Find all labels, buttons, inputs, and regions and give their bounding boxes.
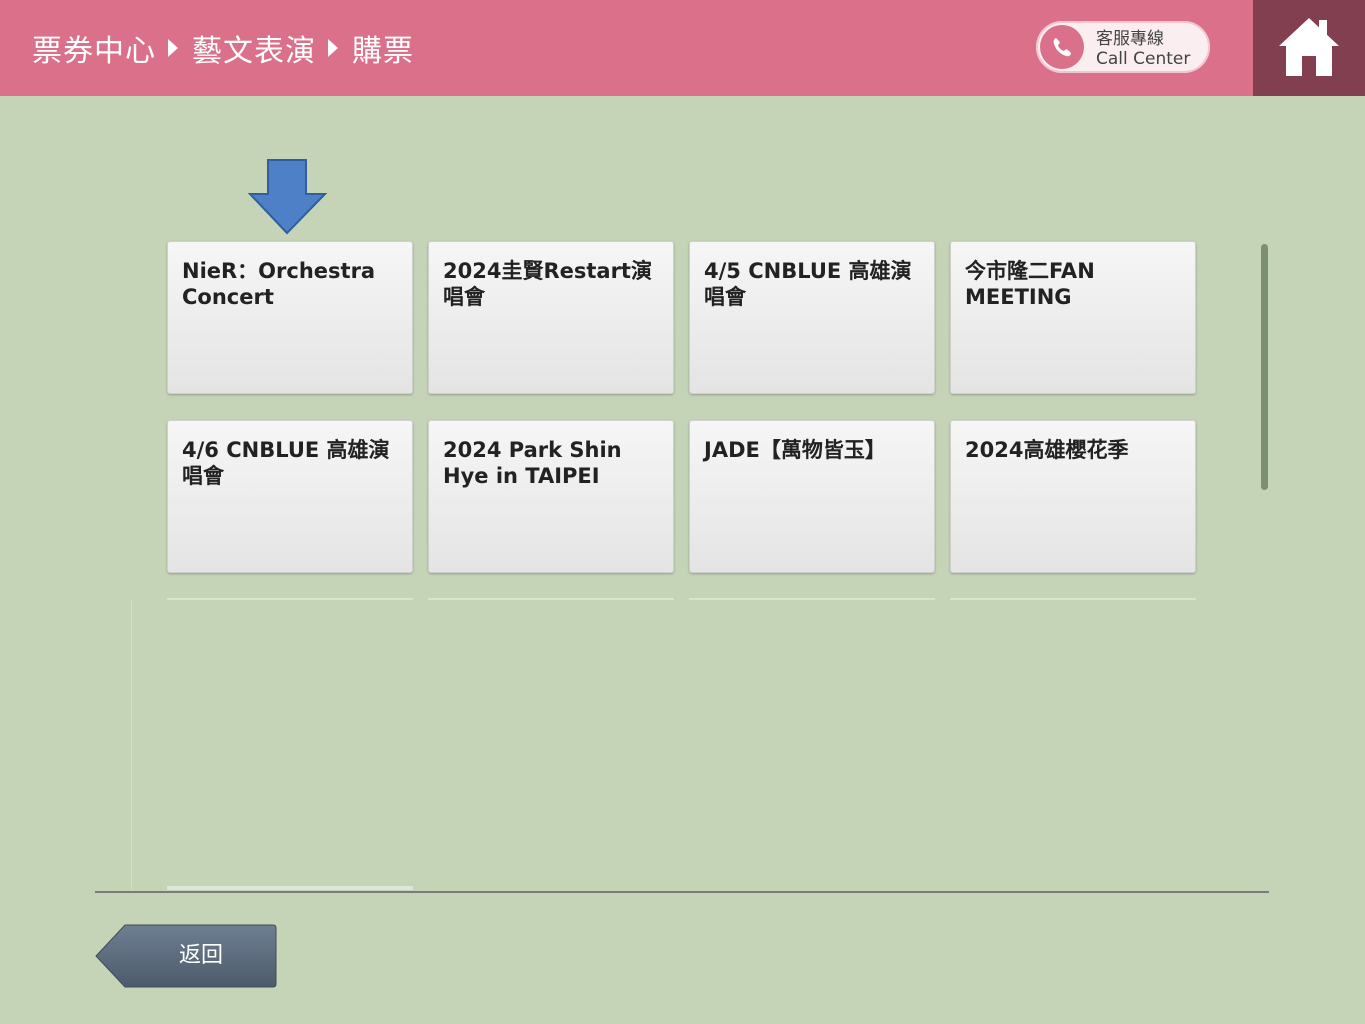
event-card-6[interactable]: 2024 Park Shin Hye in TAIPEI — [428, 420, 674, 573]
footer-divider — [95, 891, 1269, 893]
event-title: 2024圭賢Restart演唱會 — [443, 259, 652, 309]
home-button[interactable] — [1253, 0, 1365, 96]
divider-highlight — [167, 886, 413, 890]
back-button-label: 返回 — [178, 943, 223, 968]
event-card-1[interactable]: NieR：Orchestra Concert — [167, 241, 413, 394]
event-card-3[interactable]: 4/5 CNBLUE 高雄演唱會 — [689, 241, 935, 394]
event-title: JADE【萬物皆玉】 — [704, 438, 886, 462]
event-card-4[interactable]: 今市隆二FAN MEETING — [950, 241, 1196, 394]
event-card-8[interactable]: 2024高雄櫻花季 — [950, 420, 1196, 573]
call-center-button[interactable]: 客服專線 Call Center — [1036, 21, 1210, 73]
call-center-label-en: Call Center — [1096, 49, 1191, 69]
event-title: NieR：Orchestra Concert — [182, 259, 376, 309]
card-edge — [167, 598, 413, 600]
event-title: 4/6 CNBLUE 高雄演唱會 — [182, 438, 390, 488]
back-button[interactable]: 返回 — [95, 924, 277, 988]
event-card-5[interactable]: 4/6 CNBLUE 高雄演唱會 — [167, 420, 413, 573]
event-title: 2024 Park Shin Hye in TAIPEI — [443, 438, 622, 488]
call-center-label-zh: 客服專線 — [1096, 29, 1164, 49]
card-edge — [689, 598, 935, 600]
breadcrumb-separator-icon — [328, 39, 338, 57]
card-edge — [428, 598, 674, 600]
list-scrollbar[interactable] — [1261, 244, 1268, 490]
phone-icon — [1040, 25, 1084, 69]
breadcrumb: 票券中心 藝文表演 購票 — [32, 26, 414, 70]
event-card-2[interactable]: 2024圭賢Restart演唱會 — [428, 241, 674, 394]
breadcrumb-separator-icon — [168, 39, 178, 57]
header-bar: 票券中心 藝文表演 購票 客服專線 Call Center — [0, 0, 1365, 96]
home-icon — [1279, 18, 1339, 76]
down-arrow-icon — [247, 158, 328, 240]
event-title: 4/5 CNBLUE 高雄演唱會 — [704, 259, 912, 309]
breadcrumb-item-ticket-center[interactable]: 票券中心 — [32, 26, 156, 70]
event-title: 今市隆二FAN MEETING — [965, 259, 1095, 309]
card-edge — [950, 598, 1196, 600]
list-edge — [131, 600, 132, 890]
breadcrumb-item-performances[interactable]: 藝文表演 — [192, 26, 316, 70]
event-title: 2024高雄櫻花季 — [965, 438, 1129, 462]
event-card-7[interactable]: JADE【萬物皆玉】 — [689, 420, 935, 573]
breadcrumb-item-buy-ticket: 購票 — [352, 34, 414, 69]
